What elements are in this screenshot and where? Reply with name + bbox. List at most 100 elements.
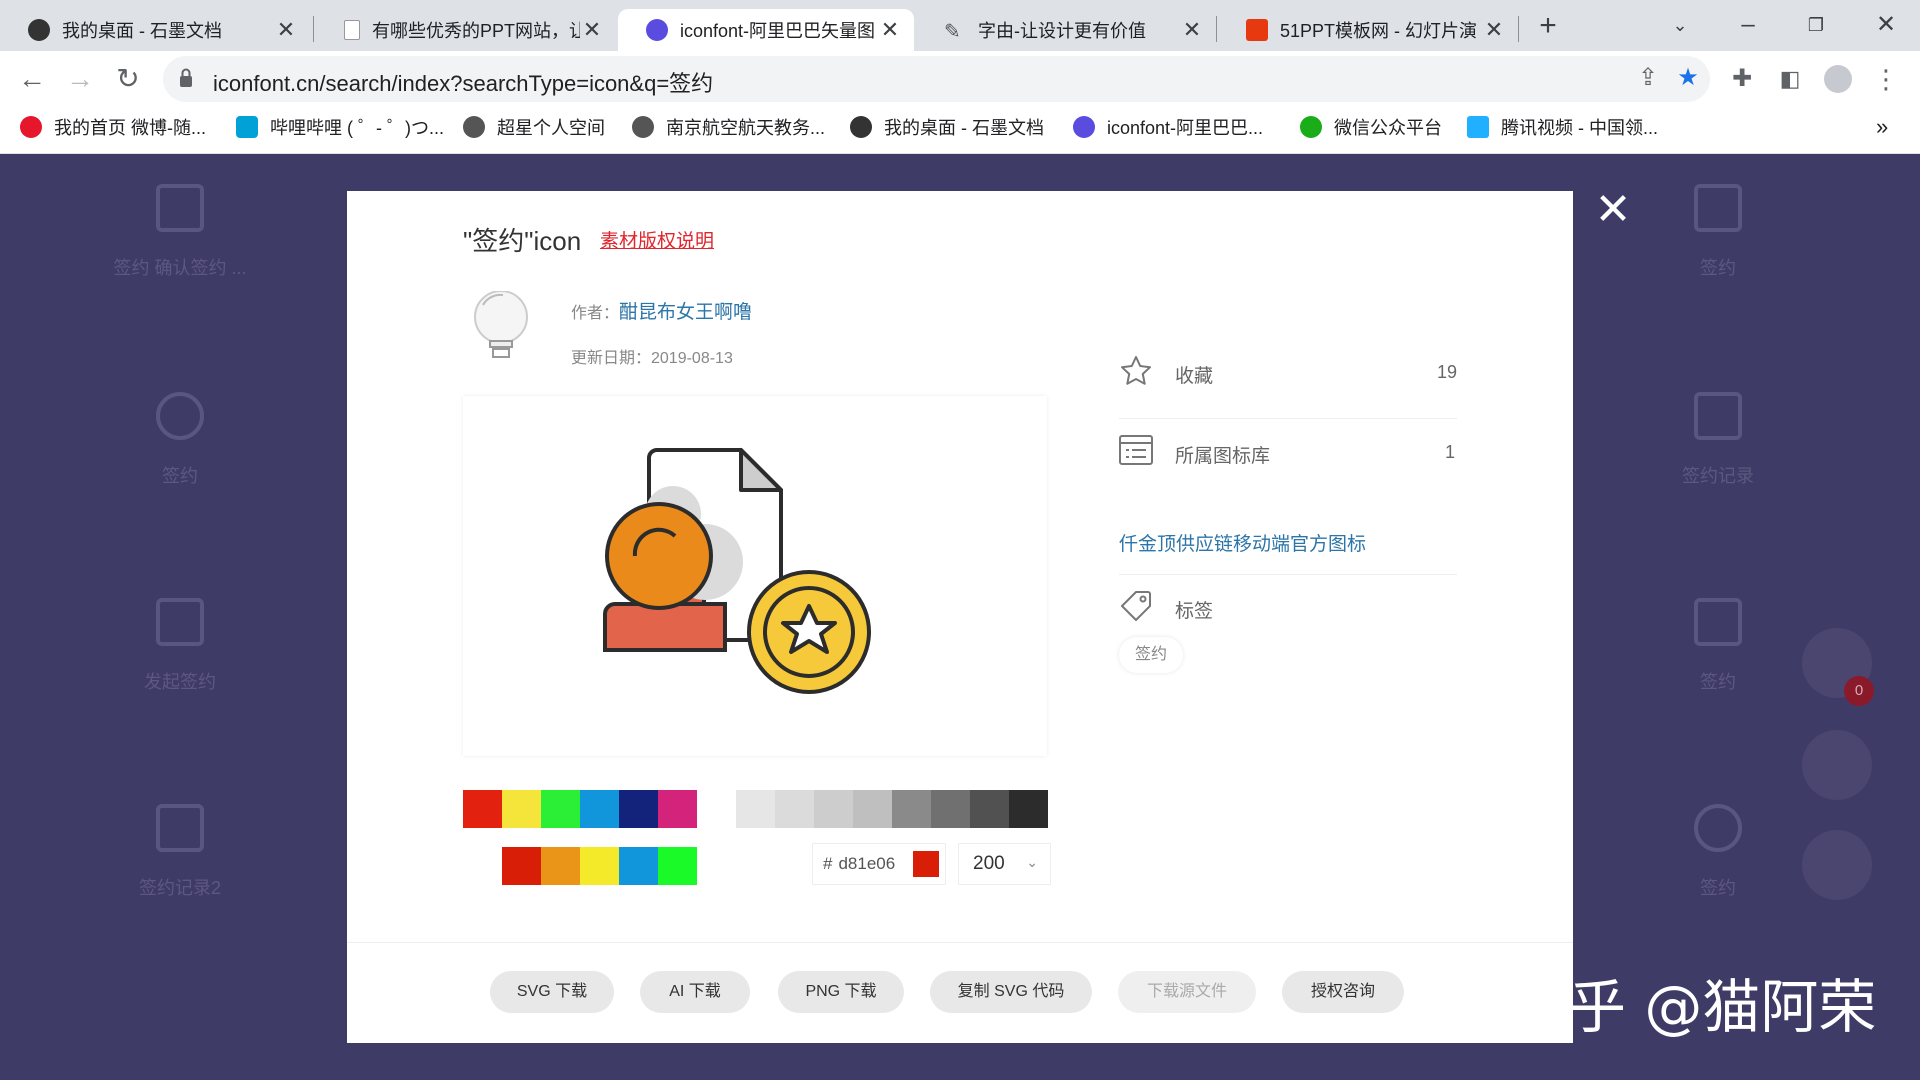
- tab-search-chevron-icon[interactable]: ⌄: [1660, 9, 1700, 41]
- close-icon[interactable]: ✕: [1180, 17, 1204, 43]
- url-text[interactable]: iconfont.cn/search/index?searchType=icon…: [213, 66, 713, 98]
- bg-icon-label: 签约: [1700, 258, 1736, 278]
- size-select[interactable]: 200 ⌄: [958, 843, 1051, 885]
- current-color-swatch[interactable]: [913, 851, 940, 877]
- library-link[interactable]: 仟金顶供应链移动端官方图标: [1119, 529, 1366, 556]
- bookmark-weibo[interactable]: 我的首页 微博-随...: [20, 114, 206, 140]
- tab-iconfont[interactable]: iconfont-阿里巴巴矢量图 ✕: [618, 9, 914, 51]
- bg-icon-card[interactable]: 签约: [1638, 804, 1798, 900]
- new-tab-button[interactable]: +: [1528, 10, 1568, 42]
- copy-svg-code-button[interactable]: 复制 SVG 代码: [930, 971, 1092, 1013]
- color-swatch[interactable]: [502, 847, 541, 885]
- color-swatch[interactable]: [541, 790, 580, 828]
- bookmark-star-icon[interactable]: ★: [1673, 63, 1703, 93]
- svg-download-button[interactable]: SVG 下载: [490, 971, 614, 1013]
- color-swatch[interactable]: [463, 790, 502, 828]
- color-palette-main[interactable]: [463, 790, 1048, 828]
- color-swatch[interactable]: [658, 847, 697, 885]
- bookmark-iconfont[interactable]: iconfont-阿里巴巴...: [1073, 114, 1263, 140]
- bg-icon-card[interactable]: 签约 确认签约 ...: [100, 184, 260, 280]
- hex-color-input[interactable]: # d81e06: [812, 843, 946, 885]
- lightbulb-avatar-icon: [474, 291, 528, 358]
- back-arrow-icon[interactable]: ←: [14, 61, 50, 97]
- contract-stamp-icon: [603, 448, 871, 694]
- menu-kebab-icon[interactable]: ⋮: [1868, 61, 1904, 97]
- bg-icon-card[interactable]: 签约记录: [1638, 392, 1798, 488]
- globe-icon: [632, 116, 654, 138]
- bookmark-chaoxing[interactable]: 超星个人空间: [463, 114, 605, 140]
- bookmarks-overflow-button[interactable]: »: [1876, 114, 1888, 140]
- side-panel-icon[interactable]: ◧: [1772, 61, 1808, 97]
- bg-icon-label: 签约: [162, 466, 198, 486]
- extensions-puzzle-icon[interactable]: ✚: [1724, 61, 1760, 97]
- share-icon[interactable]: ⇪: [1633, 63, 1663, 93]
- bg-icon-label: 签约 确认签约 ...: [113, 258, 247, 278]
- close-icon[interactable]: ✕: [580, 17, 604, 43]
- bookmark-bilibili[interactable]: 哔哩哔哩 ( ゜- ゜)つ...: [236, 114, 444, 140]
- color-swatch[interactable]: [775, 790, 814, 828]
- address-bar[interactable]: iconfont.cn/search/index?searchType=icon…: [163, 56, 1710, 102]
- tab-51ppt[interactable]: 51PPT模板网 - 幻灯片演 ✕: [1218, 9, 1518, 51]
- library-list-icon: [1119, 435, 1153, 465]
- divider: [1119, 418, 1457, 419]
- ai-download-button[interactable]: AI 下载: [640, 971, 750, 1013]
- tab-title: 51PPT模板网 - 幻灯片演: [1280, 21, 1478, 41]
- watermark: 知乎 @猫阿荣: [1510, 973, 1877, 1041]
- minimize-icon[interactable]: –: [1728, 9, 1768, 41]
- license-consult-button[interactable]: 授权咨询: [1282, 971, 1404, 1013]
- color-swatch[interactable]: [697, 790, 736, 828]
- bg-icon-card[interactable]: 签约: [1638, 598, 1798, 694]
- close-icon[interactable]: ✕: [878, 17, 902, 43]
- color-swatch[interactable]: [931, 790, 970, 828]
- author-link[interactable]: 酣昆布女王啊噜: [619, 302, 752, 323]
- color-swatch[interactable]: [580, 790, 619, 828]
- color-swatch[interactable]: [853, 790, 892, 828]
- back-to-top-button[interactable]: [1802, 830, 1872, 900]
- upload-float-button[interactable]: [1802, 730, 1872, 800]
- tab-title: 有哪些优秀的PPT网站，让: [372, 21, 580, 41]
- color-swatch[interactable]: [580, 847, 619, 885]
- download-source-button[interactable]: 下载源文件: [1118, 971, 1256, 1013]
- shimo-icon: [28, 19, 50, 41]
- color-swatch[interactable]: [463, 847, 502, 885]
- bookmark-shimo[interactable]: 我的桌面 - 石墨文档: [850, 114, 1044, 140]
- close-icon[interactable]: ✕: [1482, 17, 1506, 43]
- forward-arrow-icon[interactable]: →: [62, 61, 98, 97]
- color-swatch[interactable]: [658, 790, 697, 828]
- restore-icon[interactable]: ❐: [1796, 9, 1836, 41]
- copyright-link[interactable]: 素材版权说明: [600, 226, 714, 253]
- modal-close-icon[interactable]: ✕: [1593, 188, 1633, 232]
- tag-chip[interactable]: 签约: [1119, 637, 1183, 673]
- hex-value[interactable]: d81e06: [838, 854, 895, 874]
- tab-ppt-sites[interactable]: 有哪些优秀的PPT网站，让 ✕: [316, 9, 616, 51]
- profile-avatar-icon[interactable]: [1820, 61, 1856, 97]
- browser-toolbar: ← → ↻ iconfont.cn/search/index?searchTyp…: [0, 51, 1920, 106]
- bg-icon-card[interactable]: 签约: [100, 392, 260, 488]
- favorite-label[interactable]: 收藏: [1175, 361, 1213, 388]
- tab-shimo[interactable]: 我的桌面 - 石墨文档 ✕: [0, 9, 310, 51]
- reload-icon[interactable]: ↻: [110, 61, 146, 97]
- bookmark-wechat[interactable]: 微信公众平台: [1300, 114, 1442, 140]
- color-swatch[interactable]: [736, 790, 775, 828]
- window-close-icon[interactable]: ✕: [1866, 9, 1906, 41]
- bookmark-tencent-video[interactable]: 腾讯视频 - 中国领...: [1467, 114, 1658, 140]
- color-swatch[interactable]: [892, 790, 931, 828]
- bg-icon-label: 签约记录: [1682, 466, 1754, 486]
- tab-ziyou[interactable]: ✎ 字由-让设计更有价值 ✕: [916, 9, 1216, 51]
- color-swatch[interactable]: [502, 790, 541, 828]
- png-download-button[interactable]: PNG 下载: [778, 971, 904, 1013]
- color-swatch[interactable]: [970, 790, 1009, 828]
- bg-icon-card[interactable]: 发起签约: [100, 598, 260, 694]
- color-swatch[interactable]: [1009, 790, 1048, 828]
- tab-title: 我的桌面 - 石墨文档: [62, 21, 222, 41]
- star-outline-icon[interactable]: [1119, 354, 1153, 388]
- color-swatch[interactable]: [619, 790, 658, 828]
- color-palette-preset[interactable]: [463, 847, 697, 885]
- close-icon[interactable]: ✕: [274, 17, 298, 43]
- bg-icon-card[interactable]: 签约记录2: [100, 804, 260, 900]
- color-swatch[interactable]: [814, 790, 853, 828]
- color-swatch[interactable]: [541, 847, 580, 885]
- bookmark-nuaa[interactable]: 南京航空航天教务...: [632, 114, 825, 140]
- bg-icon-card[interactable]: 签约: [1638, 184, 1798, 280]
- color-swatch[interactable]: [619, 847, 658, 885]
